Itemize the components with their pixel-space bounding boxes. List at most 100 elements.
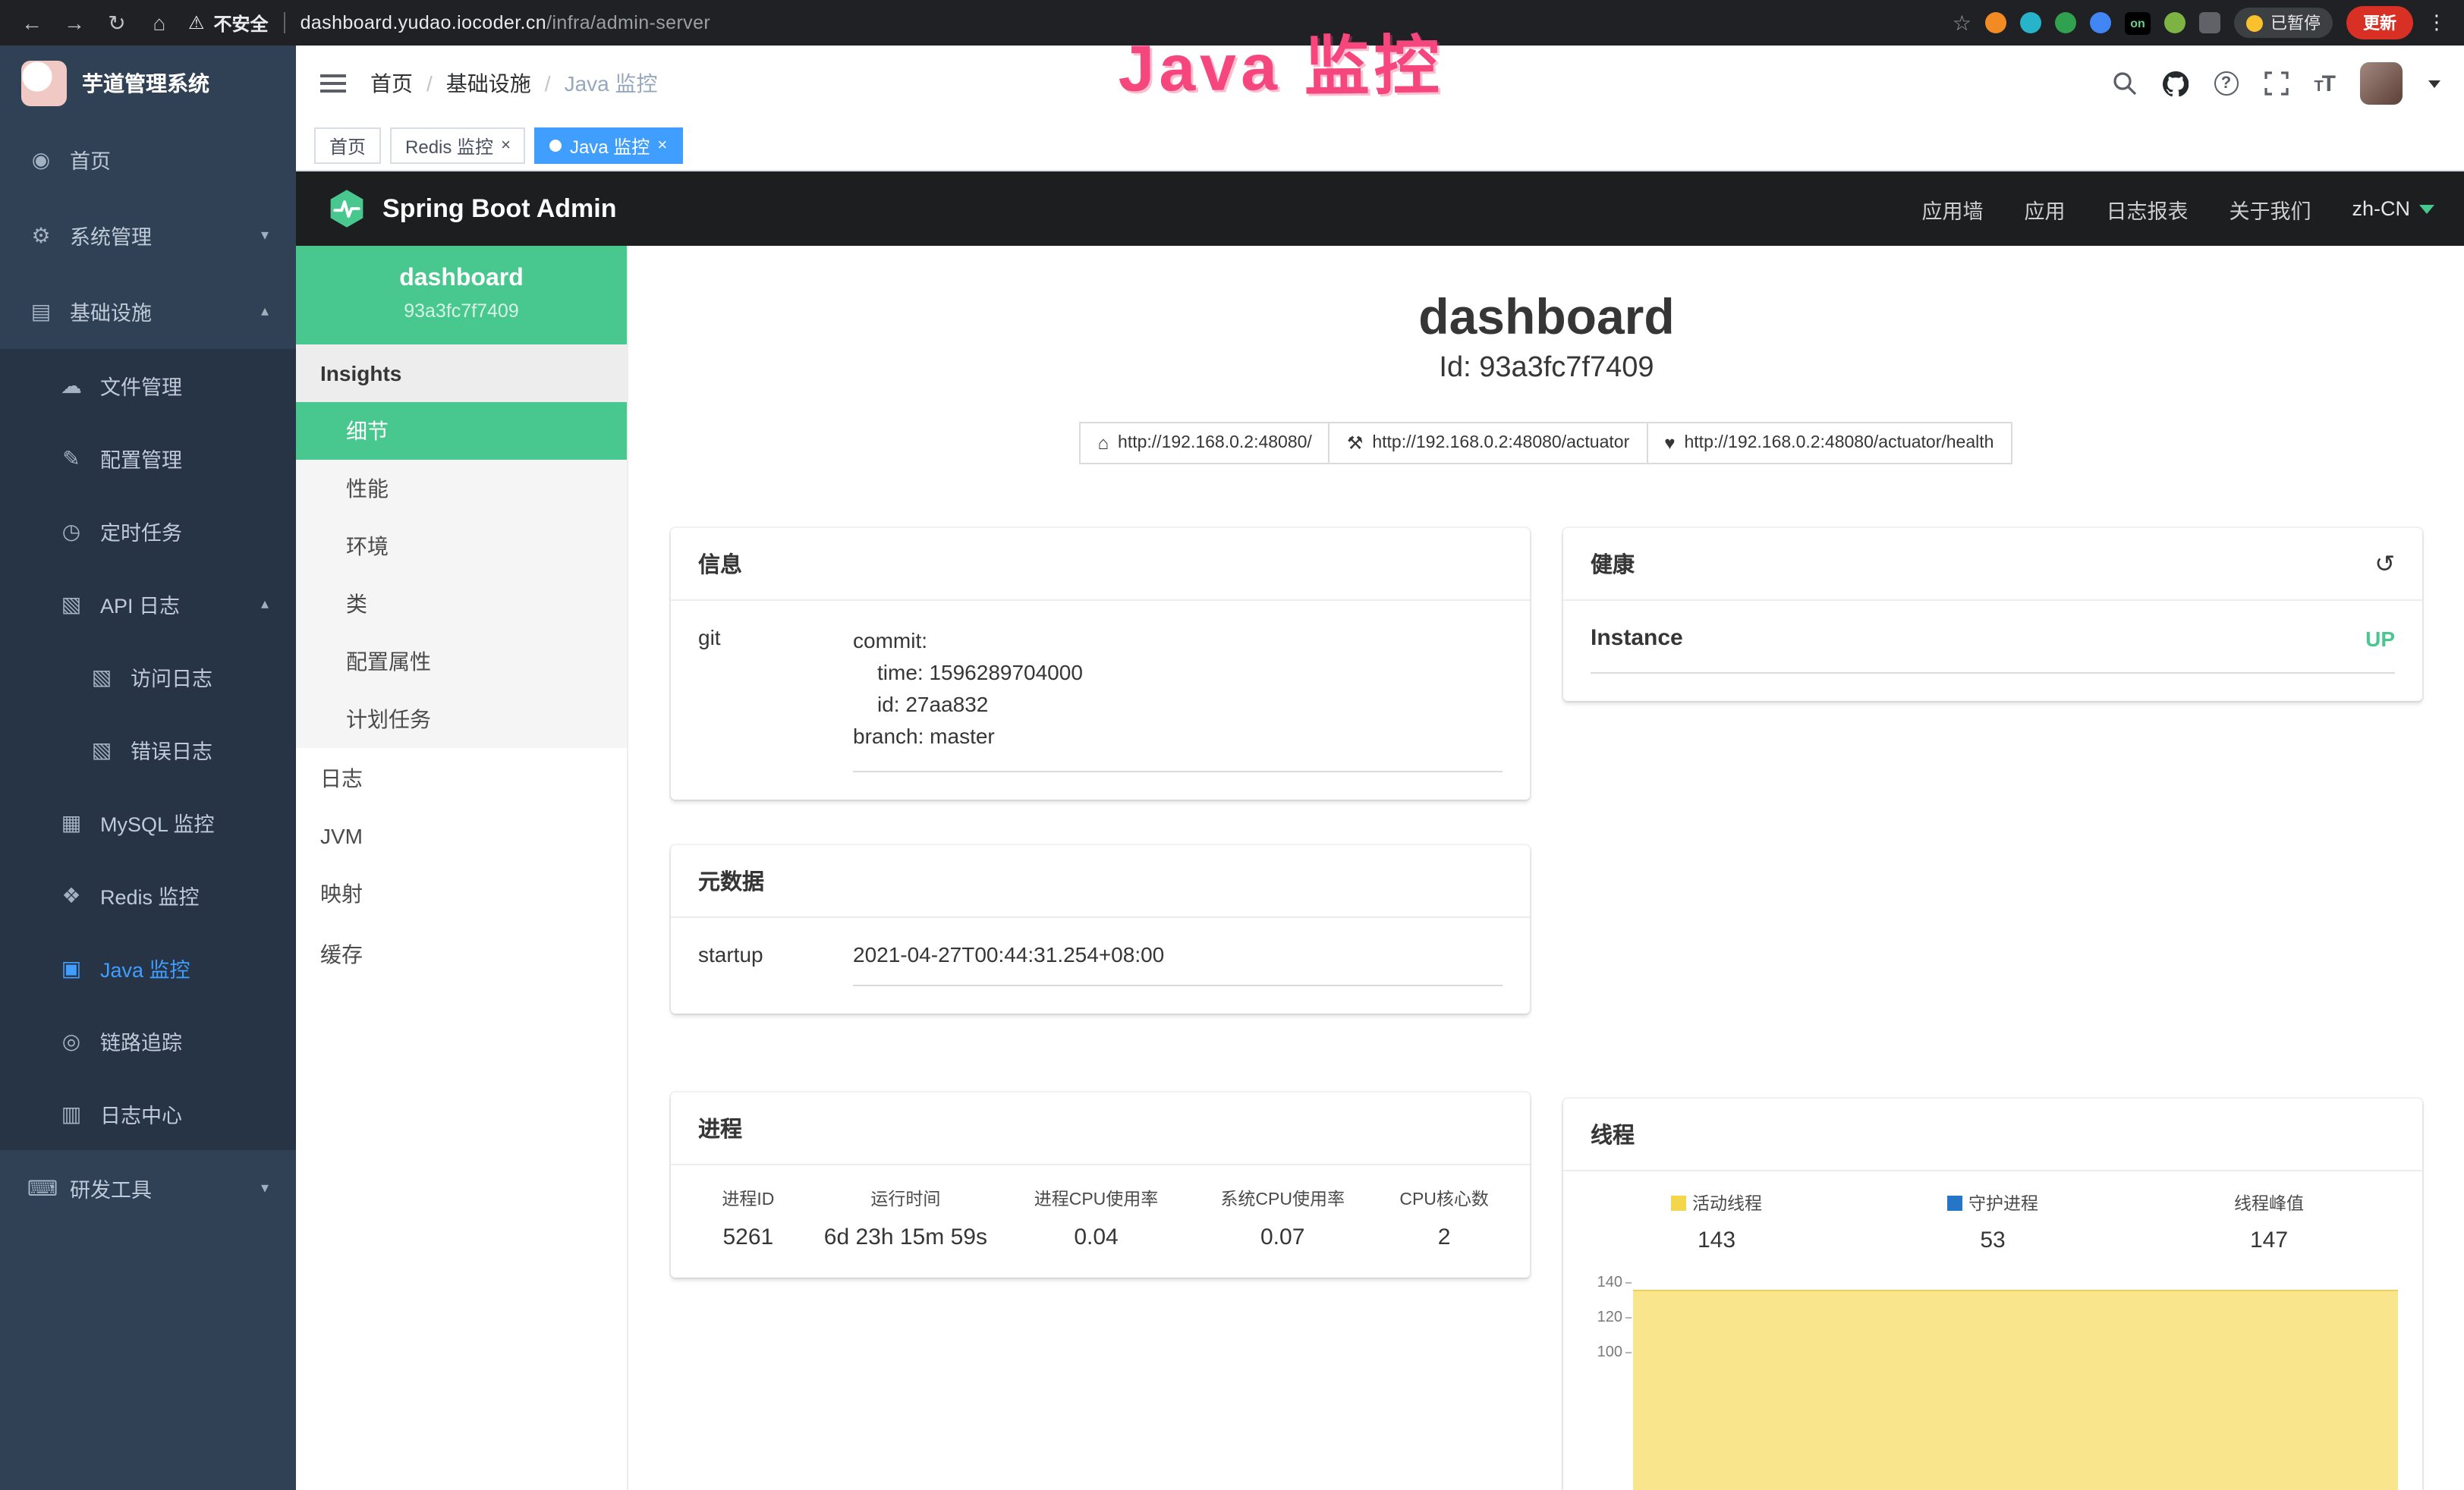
sidebar-item-file-manage[interactable]: ☁ 文件管理 (0, 349, 296, 422)
extension-icon[interactable] (2164, 12, 2186, 33)
info-value: commit: time: 1596289704000 id: 27aa832 … (853, 625, 1503, 772)
sidebar-item-error-logs[interactable]: ▧ 错误日志 (0, 713, 296, 786)
sidebar-item-mysql-monitor[interactable]: ▦ MySQL 监控 (0, 786, 296, 859)
sidebar-item-infra[interactable]: ▤ 基础设施 ▴ (0, 273, 296, 349)
metadata-card: 元数据 startup 2021-04-27T00:44:31.254+08:0… (671, 845, 1530, 1014)
hamburger-icon[interactable] (320, 82, 346, 85)
sidebar-item-access-logs[interactable]: ▧ 访问日志 (0, 640, 296, 713)
sidebar-item-tracing[interactable]: ◎ 链路追踪 (0, 1004, 296, 1077)
update-button[interactable]: 更新 (2346, 6, 2413, 39)
actuator-url-link[interactable]: ⚒ http://192.168.0.2:48080/actuator (1329, 422, 1647, 464)
sidebar-item-home[interactable]: ◉ 首页 (0, 121, 296, 197)
search-icon[interactable] (2112, 71, 2136, 96)
sidebar-item-config-manage[interactable]: ✎ 配置管理 (0, 422, 296, 495)
health-url-link[interactable]: ♥ http://192.168.0.2:48080/actuator/heal… (1646, 422, 2012, 464)
close-icon[interactable]: × (501, 137, 511, 154)
font-size-icon[interactable]: TT (2314, 71, 2334, 96)
info-line: time: 1596289704000 (853, 657, 1503, 689)
legend-value: 147 (2131, 1228, 2407, 1253)
menu-item-scheduled-tasks[interactable]: 计划任务 (296, 690, 627, 748)
extension-icon[interactable] (2020, 12, 2041, 33)
forward-icon[interactable]: → (61, 11, 88, 35)
sidebar-item-label: API 日志 (100, 589, 180, 619)
health-card: 健康 ↺ Instance UP (1563, 528, 2422, 701)
extension-icon[interactable] (1985, 12, 2006, 33)
app-logo[interactable]: 芋道管理系统 (0, 46, 296, 121)
sidebar-item-dev-tools[interactable]: ⌨ 研发工具 ▾ (0, 1150, 296, 1226)
menu-item-environment[interactable]: 环境 (296, 517, 627, 575)
address-bar[interactable]: dashboard.yudao.iocoder.cn/infra/admin-s… (301, 12, 711, 33)
browser-menu-icon[interactable]: ⋮ (2427, 11, 2447, 35)
brand-title[interactable]: Spring Boot Admin (382, 193, 617, 224)
sidebar-item-scheduled-jobs[interactable]: ◷ 定时任务 (0, 495, 296, 567)
sidebar-item-system[interactable]: ⚙ 系统管理 ▾ (0, 197, 296, 273)
chart-plot-area (1633, 1275, 2398, 1490)
nav-about[interactable]: 关于我们 (2229, 193, 2311, 224)
fullscreen-icon[interactable] (2264, 71, 2288, 96)
bookmark-star-icon[interactable]: ☆ (1953, 10, 1972, 36)
tab-java-monitor[interactable]: Java 监控 × (535, 127, 682, 164)
y-tick: 100 (1581, 1344, 1633, 1379)
dashboard-icon: ◉ (27, 146, 55, 172)
reload-icon[interactable]: ↻ (103, 10, 131, 36)
tab-redis-monitor[interactable]: Redis 监控 × (390, 127, 526, 164)
menu-item-classes[interactable]: 类 (296, 575, 627, 633)
nav-wallboard[interactable]: 应用墙 (1921, 193, 1983, 224)
avatar[interactable] (2360, 62, 2403, 105)
annotation-java-monitor: Java 监控 (1119, 14, 1445, 111)
extension-icon[interactable] (2090, 12, 2111, 33)
history-icon[interactable]: ↺ (2374, 549, 2395, 579)
sidebar-item-log-center[interactable]: ▥ 日志中心 (0, 1077, 296, 1150)
help-icon[interactable]: ? (2214, 71, 2238, 96)
menu-item-config-props[interactable]: 配置属性 (296, 633, 627, 690)
github-icon[interactable] (2162, 71, 2188, 96)
extension-on-icon[interactable]: on (2125, 11, 2151, 34)
menu-item-logs[interactable]: 日志 (296, 748, 627, 809)
service-url-link[interactable]: ⌂ http://192.168.0.2:48080/ (1080, 422, 1330, 464)
sidebar-item-label: Java 监控 (100, 953, 190, 983)
process-col-header: 进程CPU使用率 (1001, 1187, 1191, 1211)
menu-item-caches[interactable]: 缓存 (296, 924, 627, 985)
document-icon: ▧ (88, 737, 115, 762)
info-git-row: git commit: time: 1596289704000 id: 27aa… (671, 601, 1530, 772)
cards-left-column: 信息 git commit: time: 1596289704000 id: 2… (671, 528, 1530, 1278)
breadcrumb-home[interactable]: 首页 (370, 68, 413, 99)
extension-icon[interactable] (2055, 12, 2076, 33)
home-icon[interactable]: ⌂ (146, 11, 173, 35)
sidebar-item-redis-monitor[interactable]: ❖ Redis 监控 (0, 859, 296, 932)
legend-active-threads: 活动线程 143 (1578, 1191, 1855, 1253)
logo-title: 芋道管理系统 (82, 68, 209, 99)
legend-label: 线程峰值 (2234, 1191, 2304, 1215)
menu-group-insights: Insights (296, 344, 627, 402)
nav-journal[interactable]: 日志报表 (2106, 193, 2188, 224)
security-indicator[interactable]: ⚠ 不安全 (188, 10, 269, 36)
locale-select[interactable]: zh-CN (2352, 197, 2434, 220)
close-icon[interactable]: × (657, 137, 667, 154)
back-icon[interactable]: ← (18, 11, 46, 35)
nav-applications[interactable]: 应用 (2024, 193, 2065, 224)
chevron-up-icon: ▴ (261, 596, 269, 612)
avatar-caret-icon[interactable] (2428, 80, 2440, 87)
menu-item-metrics[interactable]: 性能 (296, 460, 627, 517)
breadcrumb-infra[interactable]: 基础设施 (426, 68, 531, 99)
link-label: http://192.168.0.2:48080/actuator/health (1685, 434, 1994, 452)
sidebar-item-api-logs[interactable]: ▧ API 日志 ▴ (0, 567, 296, 640)
extension-puzzle-icon[interactable] (2199, 12, 2220, 33)
tab-home[interactable]: 首页 (314, 127, 381, 164)
card-title: 元数据 (671, 845, 1530, 918)
instance-header[interactable]: dashboard 93a3fc7f7409 (296, 246, 627, 344)
wrench-icon: ⚒ (1347, 432, 1364, 454)
card-title: 线程 (1563, 1099, 2422, 1171)
sidebar-item-label: 链路追踪 (100, 1026, 182, 1056)
paused-badge[interactable]: 已暂停 (2234, 8, 2333, 38)
keyboard-icon: ⌨ (27, 1175, 55, 1201)
security-label: 不安全 (214, 10, 269, 36)
menu-item-details[interactable]: 细节 (296, 402, 627, 460)
health-instance-row[interactable]: Instance UP (1591, 601, 2395, 674)
log-icon: ▥ (58, 1101, 85, 1127)
menu-item-jvm[interactable]: JVM (296, 809, 627, 863)
breadcrumb: 首页 基础设施 Java 监控 (370, 68, 658, 99)
menu-item-mappings[interactable]: 映射 (296, 863, 627, 924)
sidebar-item-label: 错误日志 (131, 734, 212, 765)
sidebar-item-java-monitor[interactable]: ▣ Java 监控 (0, 932, 296, 1004)
